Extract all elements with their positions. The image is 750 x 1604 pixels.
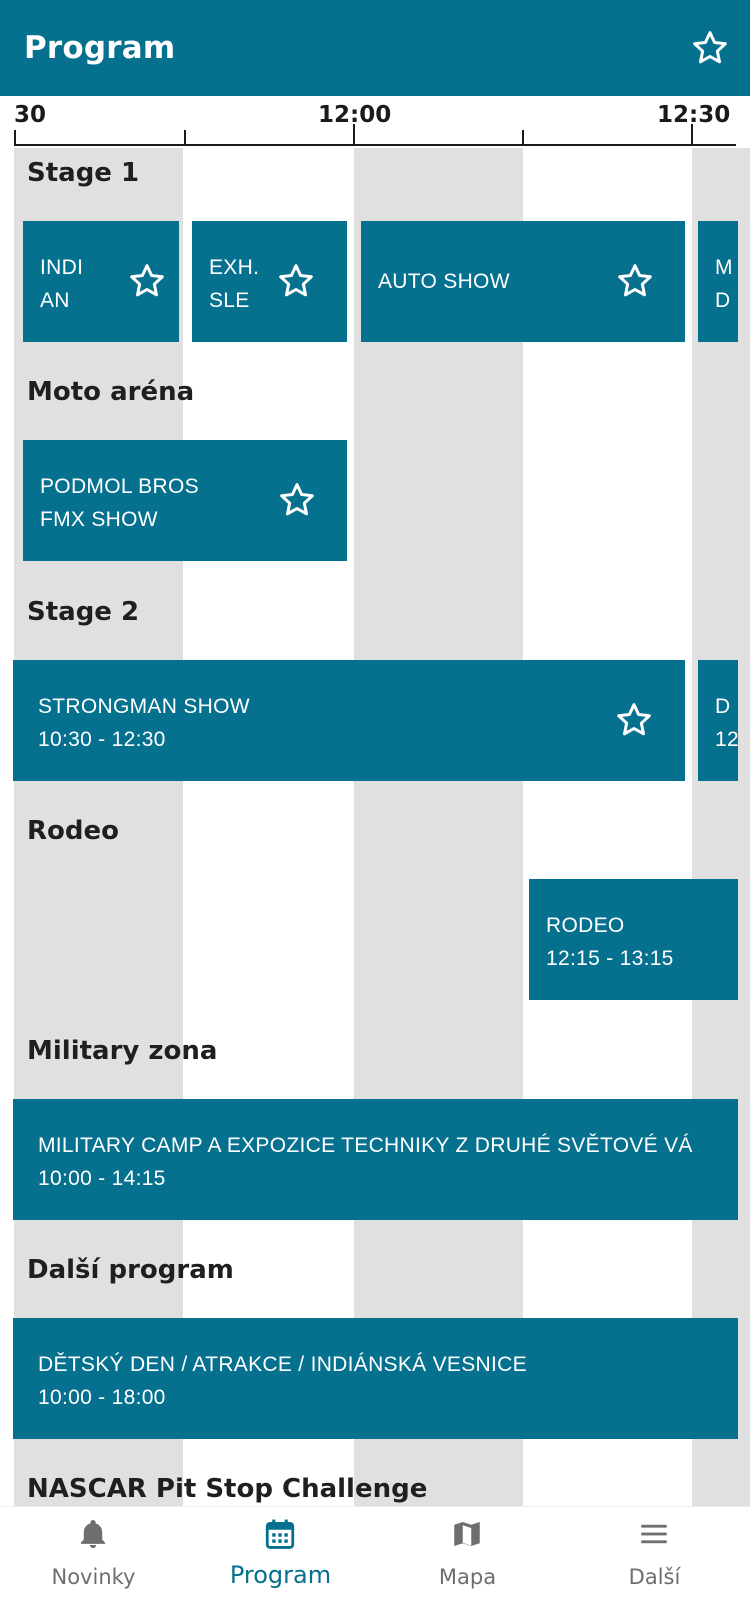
section-military-zona: Military zona (27, 1036, 218, 1066)
map-icon (454, 1521, 480, 1547)
time-label: 30 (14, 102, 47, 128)
axis-line (14, 144, 736, 146)
nav-program[interactable]: Program (187, 1507, 374, 1604)
event-title: MD (715, 256, 733, 312)
event-title: MILITARY CAMP A EXPOZICE TECHNIKY Z DRUH… (38, 1134, 693, 1190)
event-title: EXH. SLE (209, 256, 260, 312)
axis-tick (353, 124, 355, 146)
event-card-partial[interactable]: D 12 (698, 660, 738, 781)
event-card-strongman-show[interactable]: STRONGMAN SHOW 10:30 - 12:30 (13, 660, 685, 781)
event-card-exhibition[interactable]: EXH. SLE (192, 221, 347, 342)
program-timeline[interactable]: 30 12:00 12:30 Stage 1 INDI AN EXH. SLE AU… (0, 96, 750, 1506)
star-icon[interactable] (614, 700, 654, 740)
star-icon[interactable] (276, 261, 316, 301)
star-icon[interactable] (615, 261, 655, 301)
section-moto-arena: Moto aréna (27, 377, 195, 407)
section-stage-1: Stage 1 (27, 158, 140, 188)
time-label: 12:30 (657, 102, 731, 128)
event-card-indian[interactable]: INDI AN (23, 221, 179, 342)
event-title: DĚTSKÝ DEN / ATRAKCE / INDIÁNSKÁ VESNICE… (38, 1353, 527, 1409)
event-title: STRONGMAN SHOW 10:30 - 12:30 (38, 695, 250, 751)
favorites-star-icon[interactable] (690, 28, 730, 68)
event-card-partial[interactable]: MD (698, 221, 738, 342)
page-title: Program (24, 30, 176, 66)
bottom-navigation: Novinky Program Mapa Další (0, 1506, 750, 1604)
event-card-podmol-bros[interactable]: PODMOL BROS FMX SHOW (23, 440, 347, 561)
event-card-rodeo[interactable]: RODEO 12:15 - 13:15 (529, 879, 738, 1000)
event-card-auto-show[interactable]: AUTO SHOW (361, 221, 685, 342)
section-dalsi-program: Další program (27, 1255, 234, 1285)
event-title: D 12 (715, 695, 738, 751)
axis-tick (691, 124, 693, 146)
event-title: RODEO 12:15 - 13:15 (546, 914, 674, 970)
section-rodeo: Rodeo (27, 816, 119, 846)
section-nascar: NASCAR Pit Stop Challenge (27, 1474, 428, 1504)
event-title: PODMOL BROS FMX SHOW (40, 475, 199, 531)
time-axis: 30 12:00 12:30 (0, 96, 750, 148)
nav-dalsi[interactable]: Další (561, 1507, 748, 1604)
bell-icon (80, 1519, 106, 1549)
menu-icon (641, 1524, 667, 1544)
star-icon[interactable] (127, 261, 167, 301)
event-title: AUTO SHOW (378, 270, 510, 293)
nav-novinky[interactable]: Novinky (0, 1507, 187, 1604)
event-card-detsky-den[interactable]: DĚTSKÝ DEN / ATRAKCE / INDIÁNSKÁ VESNICE… (13, 1318, 738, 1439)
nav-mapa[interactable]: Mapa (374, 1507, 561, 1604)
event-card-military-camp[interactable]: MILITARY CAMP A EXPOZICE TECHNIKY Z DRUH… (13, 1099, 738, 1220)
calendar-icon (265, 1519, 295, 1549)
event-title: INDI AN (40, 256, 84, 312)
app-bar: Program (0, 0, 750, 96)
star-icon[interactable] (277, 480, 317, 520)
section-stage-2: Stage 2 (27, 597, 140, 627)
